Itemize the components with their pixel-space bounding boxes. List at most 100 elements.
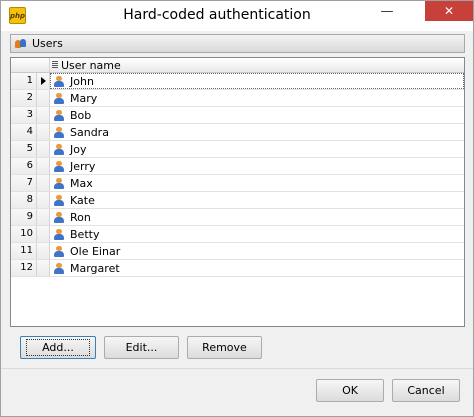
user-name-text: Kate xyxy=(70,193,95,207)
grid-header: User name xyxy=(11,58,464,73)
user-name-text: Bob xyxy=(70,108,92,122)
row-indicator[interactable] xyxy=(37,175,50,191)
row-indicator[interactable] xyxy=(37,124,50,140)
user-name-cell[interactable]: Kate xyxy=(50,192,464,208)
minimize-icon: — xyxy=(380,4,394,19)
ok-button-label: OK xyxy=(342,384,358,397)
user-name-text: Ole Einar xyxy=(70,244,121,258)
column-header-label: User name xyxy=(61,58,121,72)
user-name-cell[interactable]: Ole Einar xyxy=(50,243,464,259)
window-title: Hard-coded authentication xyxy=(123,7,311,23)
table-row[interactable]: 2 Mary xyxy=(11,90,464,107)
row-number: 2 xyxy=(11,90,37,106)
user-icon xyxy=(54,177,64,189)
user-name-cell[interactable]: Max xyxy=(50,175,464,191)
minimize-button[interactable]: — xyxy=(373,1,401,21)
table-row[interactable]: 8 Kate xyxy=(11,192,464,209)
table-row[interactable]: 7 Max xyxy=(11,175,464,192)
users-icon xyxy=(15,38,27,49)
user-name-cell[interactable]: Bob xyxy=(50,107,464,123)
user-name-cell[interactable]: Betty xyxy=(50,226,464,242)
column-header-user-name[interactable]: User name xyxy=(50,58,464,72)
row-indicator[interactable] xyxy=(37,243,50,259)
user-icon xyxy=(54,92,64,104)
user-name-text: Ron xyxy=(70,210,91,224)
row-number: 4 xyxy=(11,124,37,140)
row-indicator[interactable] xyxy=(37,192,50,208)
table-row[interactable]: 1 John xyxy=(11,73,464,90)
dialog-window: php Hard-coded authentication — ✕ Users … xyxy=(0,0,474,417)
close-icon: ✕ xyxy=(443,4,455,18)
add-button-label: Add... xyxy=(26,339,90,356)
row-number: 7 xyxy=(11,175,37,191)
user-name-text: Mary xyxy=(70,91,98,105)
row-number: 5 xyxy=(11,141,37,157)
row-number: 6 xyxy=(11,158,37,174)
column-list-icon xyxy=(52,61,58,69)
user-name-text: Joy xyxy=(70,142,87,156)
edit-button[interactable]: Edit... xyxy=(104,336,179,359)
table-row[interactable]: 12 Margaret xyxy=(11,260,464,277)
row-number: 3 xyxy=(11,107,37,123)
ok-button[interactable]: OK xyxy=(316,379,384,402)
remove-button-label: Remove xyxy=(202,341,247,354)
footer-separator xyxy=(1,368,473,369)
row-indicator[interactable] xyxy=(37,226,50,242)
user-name-cell[interactable]: Mary xyxy=(50,90,464,106)
user-icon xyxy=(54,245,64,257)
user-icon xyxy=(54,194,64,206)
row-number: 10 xyxy=(11,226,37,242)
row-indicator[interactable] xyxy=(37,107,50,123)
user-icon xyxy=(54,126,64,138)
row-number: 8 xyxy=(11,192,37,208)
user-name-cell[interactable]: Ron xyxy=(50,209,464,225)
row-indicator[interactable] xyxy=(37,158,50,174)
user-icon xyxy=(54,109,64,121)
user-icon xyxy=(54,228,64,240)
table-row[interactable]: 6 Jerry xyxy=(11,158,464,175)
row-indicator[interactable] xyxy=(37,90,50,106)
user-name-cell[interactable]: Joy xyxy=(50,141,464,157)
row-number: 12 xyxy=(11,260,37,276)
user-name-text: John xyxy=(70,74,94,88)
user-name-text: Max xyxy=(70,176,93,190)
row-indicator[interactable] xyxy=(37,209,50,225)
user-icon xyxy=(54,143,64,155)
user-name-text: Margaret xyxy=(70,261,120,275)
close-button[interactable]: ✕ xyxy=(425,1,473,21)
user-name-text: Betty xyxy=(70,227,100,241)
table-row[interactable]: 3 Bob xyxy=(11,107,464,124)
app-icon-label: php xyxy=(10,11,26,20)
php-app-icon: php xyxy=(9,7,26,24)
row-indicator[interactable] xyxy=(37,141,50,157)
row-number: 11 xyxy=(11,243,37,259)
add-button[interactable]: Add... xyxy=(20,336,96,359)
current-row-arrow-icon[interactable] xyxy=(37,73,50,89)
user-name-text: Jerry xyxy=(70,159,96,173)
row-indicator[interactable] xyxy=(37,260,50,276)
user-icon xyxy=(54,211,64,223)
row-number: 9 xyxy=(11,209,37,225)
user-icon xyxy=(54,75,64,87)
table-row[interactable]: 5 Joy xyxy=(11,141,464,158)
remove-button[interactable]: Remove xyxy=(187,336,262,359)
users-group-header: Users xyxy=(10,34,465,53)
user-name-text: Sandra xyxy=(70,125,109,139)
table-row[interactable]: 9 Ron xyxy=(11,209,464,226)
table-row[interactable]: 10 Betty xyxy=(11,226,464,243)
user-name-cell[interactable]: Jerry xyxy=(50,158,464,174)
user-name-cell[interactable]: Margaret xyxy=(50,260,464,276)
user-name-cell[interactable]: Sandra xyxy=(50,124,464,140)
edit-button-label: Edit... xyxy=(125,341,158,354)
table-row[interactable]: 11 Ole Einar xyxy=(11,243,464,260)
grid-corner xyxy=(11,58,50,72)
users-group-title: Users xyxy=(32,37,63,50)
user-name-cell[interactable]: John xyxy=(50,73,464,89)
cancel-button[interactable]: Cancel xyxy=(392,379,460,402)
title-bar[interactable]: php Hard-coded authentication — ✕ xyxy=(1,1,473,31)
user-icon xyxy=(54,262,64,274)
row-number: 1 xyxy=(11,73,37,89)
users-grid[interactable]: User name 1 John 2 Mary 3 Bob 4 Sandra 5 Joy 6 Jerr… xyxy=(10,57,465,327)
table-row[interactable]: 4 Sandra xyxy=(11,124,464,141)
cancel-button-label: Cancel xyxy=(407,384,445,397)
